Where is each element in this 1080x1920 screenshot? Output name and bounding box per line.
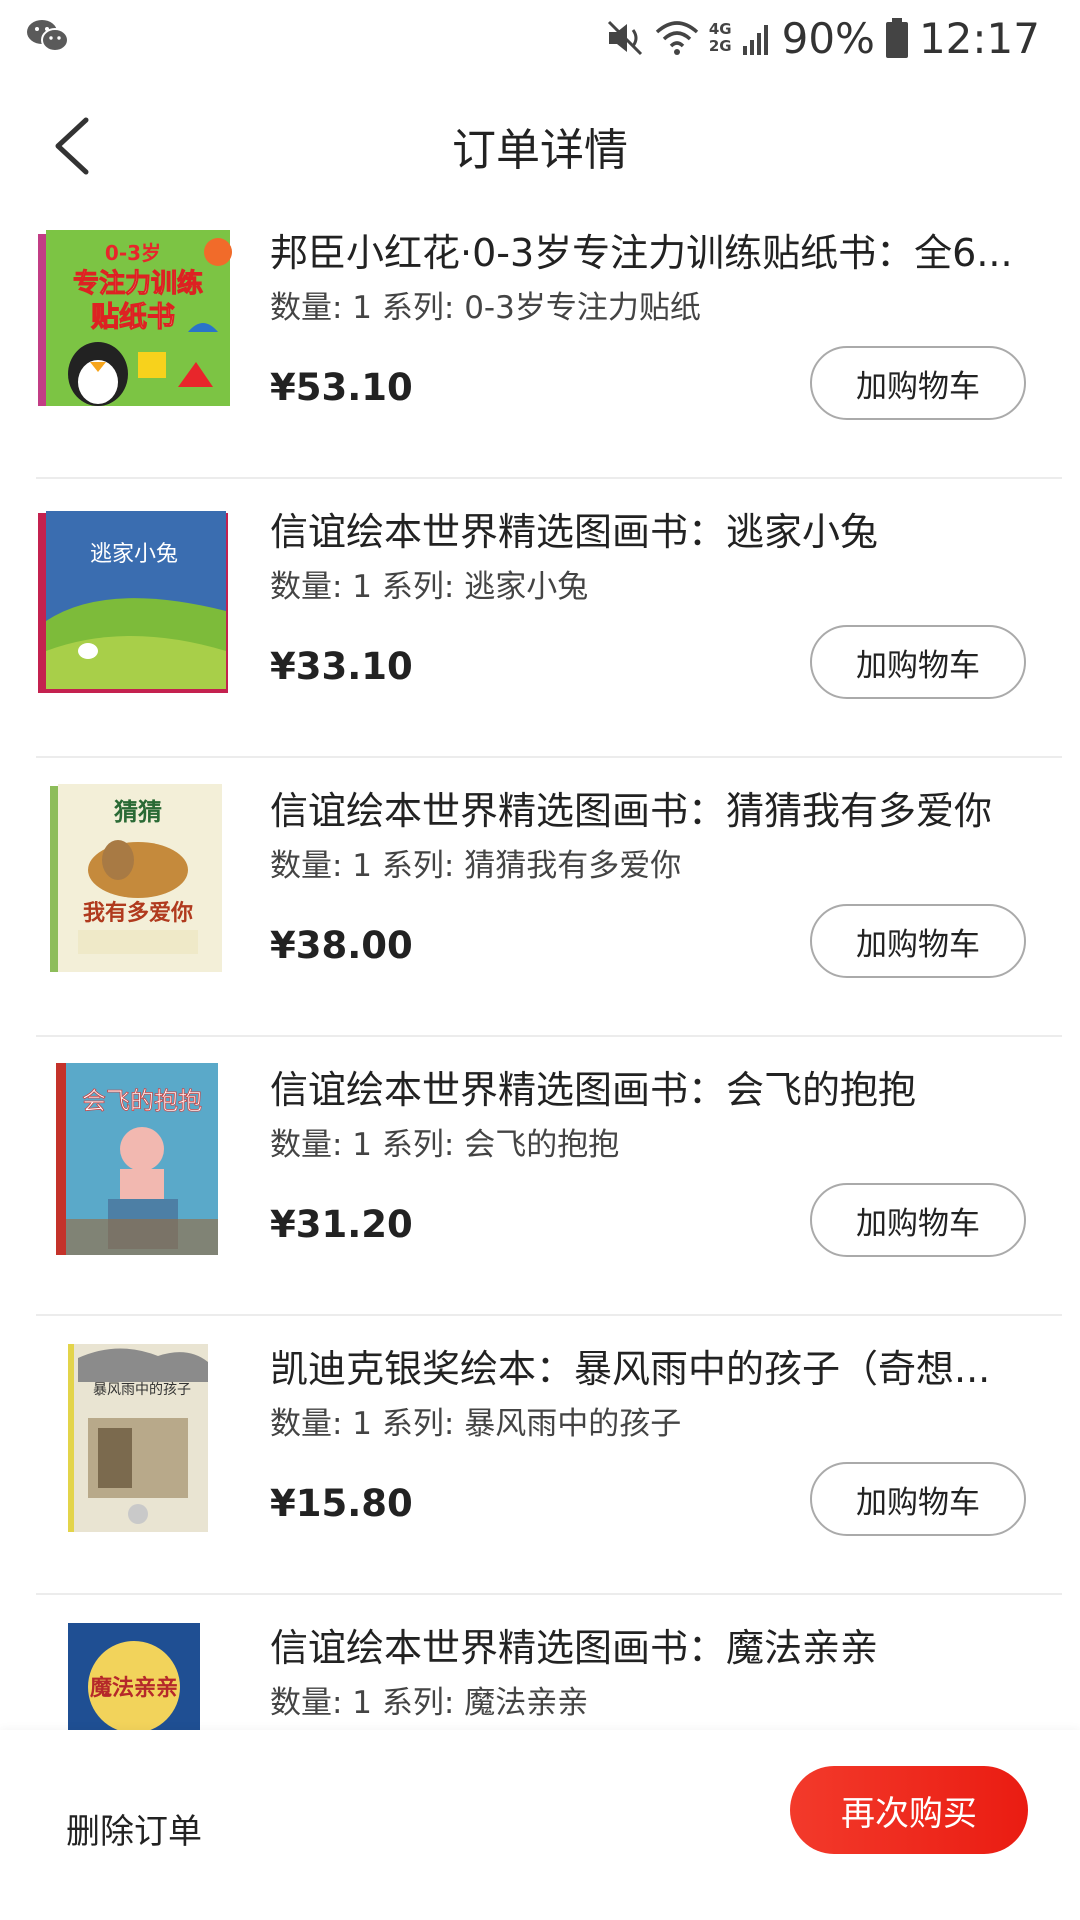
svg-text:我有多爱你: 我有多爱你 [83,900,193,926]
add-to-cart-button[interactable]: 加购物车 [810,904,1026,978]
item-series: 系列: 魔法亲亲 [381,1685,589,1721]
bottom-action-bar: 删除订单 再次购买 [0,1730,1080,1920]
book-cover-image[interactable]: 逃家小兔 [38,501,234,697]
item-quantity: 数量: 1 [270,1685,373,1721]
svg-text:专注力训练: 专注力训练 [73,268,203,299]
order-item[interactable]: 魔法亲亲 信谊绘本世界精选图画书：魔法亲亲 数量: 1 系列: 魔法亲亲 [0,1595,1080,1730]
item-meta: 数量: 1 系列: 逃家小兔 [270,561,588,606]
order-item[interactable]: 暴风雨中的孩子 凯迪克银奖绘本：暴风雨中的孩子（奇想... 数量: 1 系列: … [0,1316,1080,1595]
delete-order-button[interactable]: 删除订单 [66,1804,202,1853]
item-title[interactable]: 信谊绘本世界精选图画书：猜猜我有多爱你 [270,780,1030,835]
item-meta: 数量: 1 系列: 暴风雨中的孩子 [270,1398,681,1443]
item-meta: 数量: 1 系列: 魔法亲亲 [270,1677,588,1722]
signal-icon [742,25,768,55]
item-price: ¥33.10 [270,645,413,688]
item-meta: 数量: 1 系列: 猜猜我有多爱你 [270,840,681,885]
order-item-list[interactable]: 0-3岁 专注力训练 贴纸书 邦臣小红花·0-3岁专注力训练贴纸书：全6... … [0,200,1080,1730]
book-cover-image[interactable]: 暴风雨中的孩子 [38,1338,234,1534]
svg-text:暴风雨中的孩子: 暴风雨中的孩子 [93,1382,191,1398]
order-item[interactable]: 猜猜 我有多爱你 信谊绘本世界精选图画书：猜猜我有多爱你 数量: 1 系列: 猜… [0,758,1080,1037]
status-bar: 4G 2G 90% 12:17 [0,0,1080,72]
item-price: ¥53.10 [270,366,413,409]
mute-icon [607,20,642,56]
item-quantity: 数量: 1 [270,848,373,884]
item-meta: 数量: 1 系列: 0-3岁专注力贴纸 [270,282,701,327]
page-title: 订单详情 [452,125,628,176]
order-item[interactable]: 会飞的抱抱 信谊绘本世界精选图画书：会飞的抱抱 数量: 1 系列: 会飞的抱抱 … [0,1037,1080,1316]
wifi-icon [655,21,699,55]
item-price: ¥38.00 [270,924,413,967]
svg-text:0-3岁: 0-3岁 [105,241,161,265]
buy-again-button[interactable]: 再次购买 [790,1766,1028,1854]
add-to-cart-button[interactable]: 加购物车 [810,1462,1026,1536]
battery-icon [885,18,908,58]
wechat-icon [27,20,69,52]
item-title[interactable]: 信谊绘本世界精选图画书：魔法亲亲 [270,1617,1030,1672]
header: 订单详情 [0,90,1080,200]
item-quantity: 数量: 1 [270,1127,373,1163]
svg-text:猜猜: 猜猜 [113,797,162,826]
item-price: ¥15.80 [270,1482,413,1525]
item-price: ¥31.20 [270,1203,413,1246]
book-cover-image[interactable]: 会飞的抱抱 [38,1059,234,1255]
item-series: 系列: 暴风雨中的孩子 [381,1406,682,1442]
order-item[interactable]: 0-3岁 专注力训练 贴纸书 邦臣小红花·0-3岁专注力训练贴纸书：全6... … [0,200,1080,479]
order-item[interactable]: 逃家小兔 信谊绘本世界精选图画书：逃家小兔 数量: 1 系列: 逃家小兔 ¥33… [0,479,1080,758]
svg-text:逃家小兔: 逃家小兔 [90,542,178,567]
item-series: 系列: 0-3岁专注力贴纸 [381,290,701,326]
item-series: 系列: 会飞的抱抱 [381,1127,620,1163]
item-title[interactable]: 信谊绘本世界精选图画书：逃家小兔 [270,501,1030,556]
item-series: 系列: 逃家小兔 [381,569,589,605]
item-series: 系列: 猜猜我有多爱你 [381,848,682,884]
add-to-cart-button[interactable]: 加购物车 [810,346,1026,420]
item-meta: 数量: 1 系列: 会飞的抱抱 [270,1119,619,1164]
battery-percent: 90% [781,13,875,63]
clock: 12:17 [918,13,1040,63]
network-type: 4G 2G [708,20,732,55]
svg-text:会飞的抱抱: 会飞的抱抱 [82,1087,202,1115]
add-to-cart-button[interactable]: 加购物车 [810,625,1026,699]
item-title[interactable]: 凯迪克银奖绘本：暴风雨中的孩子（奇想... [270,1338,1030,1393]
svg-text:贴纸书: 贴纸书 [91,300,175,333]
svg-text:魔法亲亲: 魔法亲亲 [90,1675,178,1701]
book-cover-image[interactable]: 猜猜 我有多爱你 [38,780,234,976]
item-quantity: 数量: 1 [270,569,373,605]
add-to-cart-button[interactable]: 加购物车 [810,1183,1026,1257]
book-cover-image[interactable]: 0-3岁 专注力训练 贴纸书 [38,222,234,418]
book-cover-image[interactable]: 魔法亲亲 [38,1617,234,1730]
item-title[interactable]: 邦臣小红花·0-3岁专注力训练贴纸书：全6... [270,222,1030,277]
item-quantity: 数量: 1 [270,290,373,326]
item-title[interactable]: 信谊绘本世界精选图画书：会飞的抱抱 [270,1059,1030,1114]
item-quantity: 数量: 1 [270,1406,373,1442]
